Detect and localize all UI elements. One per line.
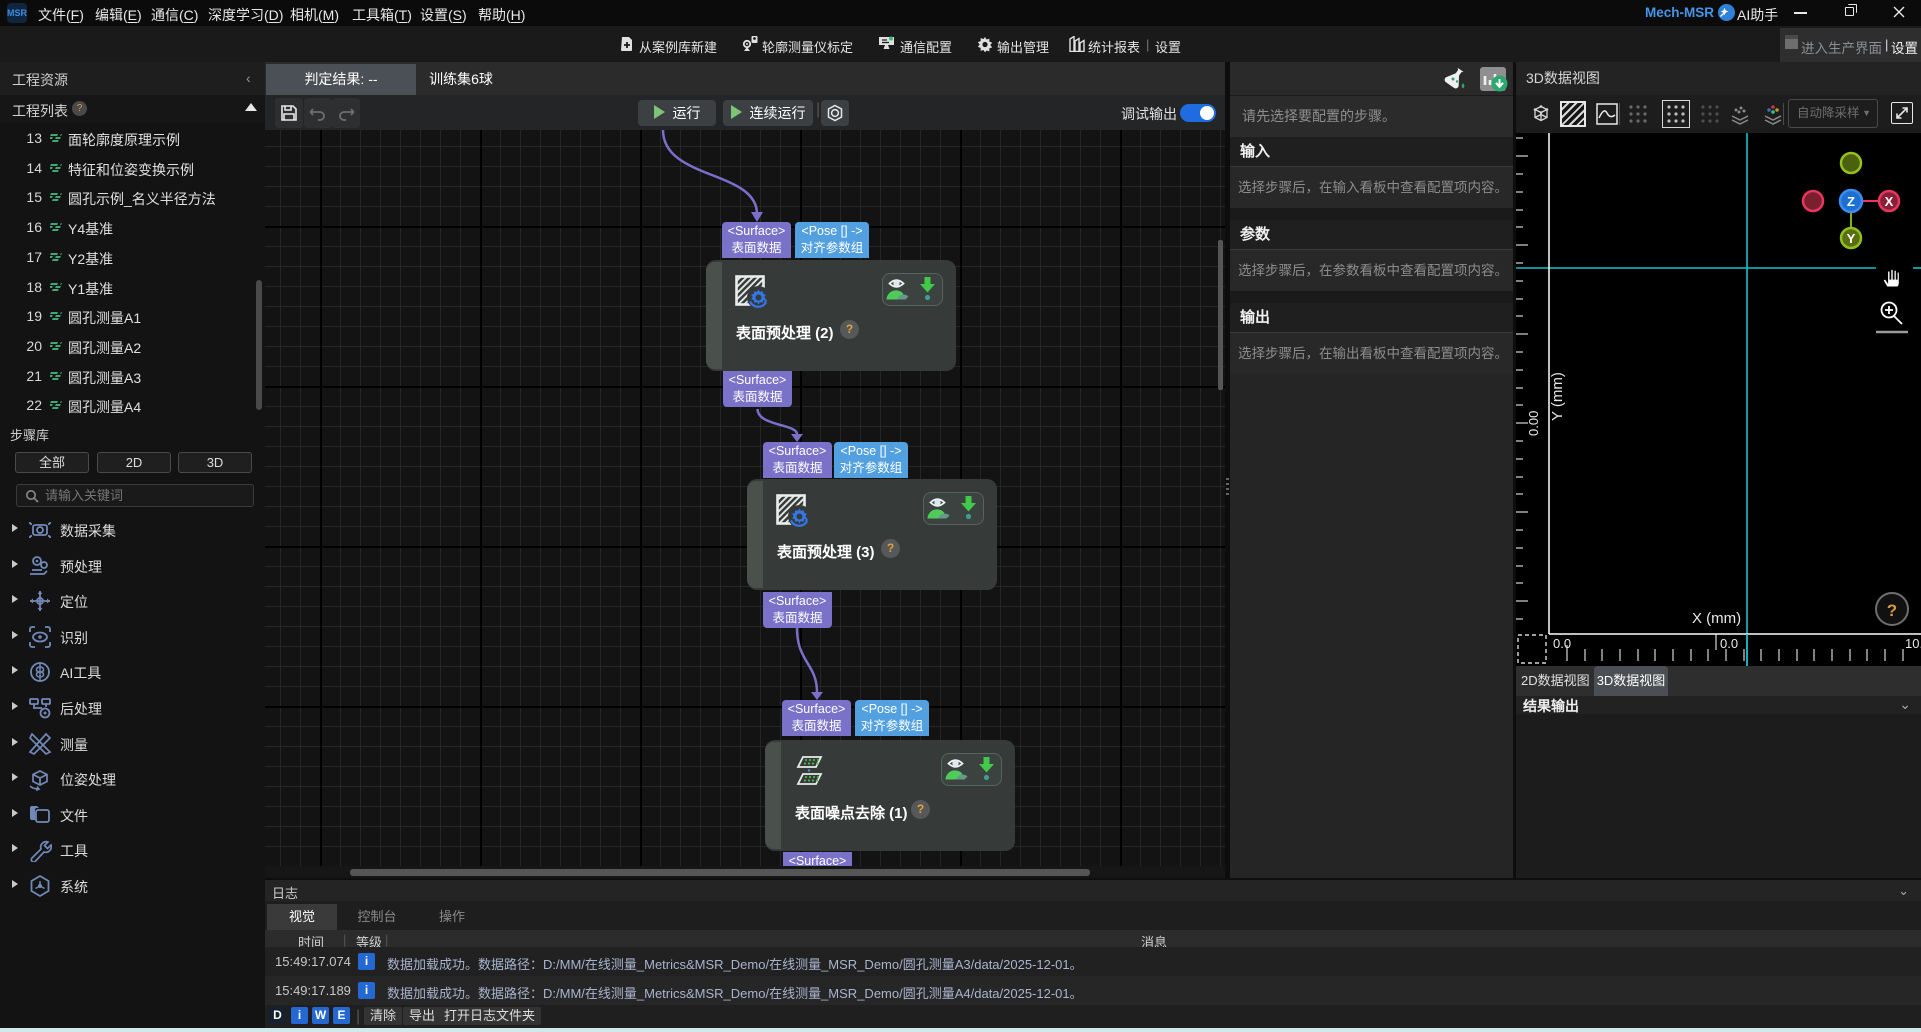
svg-text:0.00: 0.00: [1526, 411, 1541, 436]
svg-text:X: X: [1885, 194, 1894, 209]
svg-text:Y: Y: [1847, 231, 1856, 246]
svg-text:Y (mm): Y (mm): [1549, 372, 1566, 421]
svg-text:X (mm): X (mm): [1692, 610, 1741, 627]
svg-text:?: ?: [1887, 601, 1897, 620]
svg-text:10.: 10.: [1905, 636, 1921, 651]
svg-text:0.0: 0.0: [1553, 636, 1571, 651]
svg-text:Z: Z: [1847, 194, 1855, 209]
svg-text:0.0: 0.0: [1720, 636, 1738, 651]
